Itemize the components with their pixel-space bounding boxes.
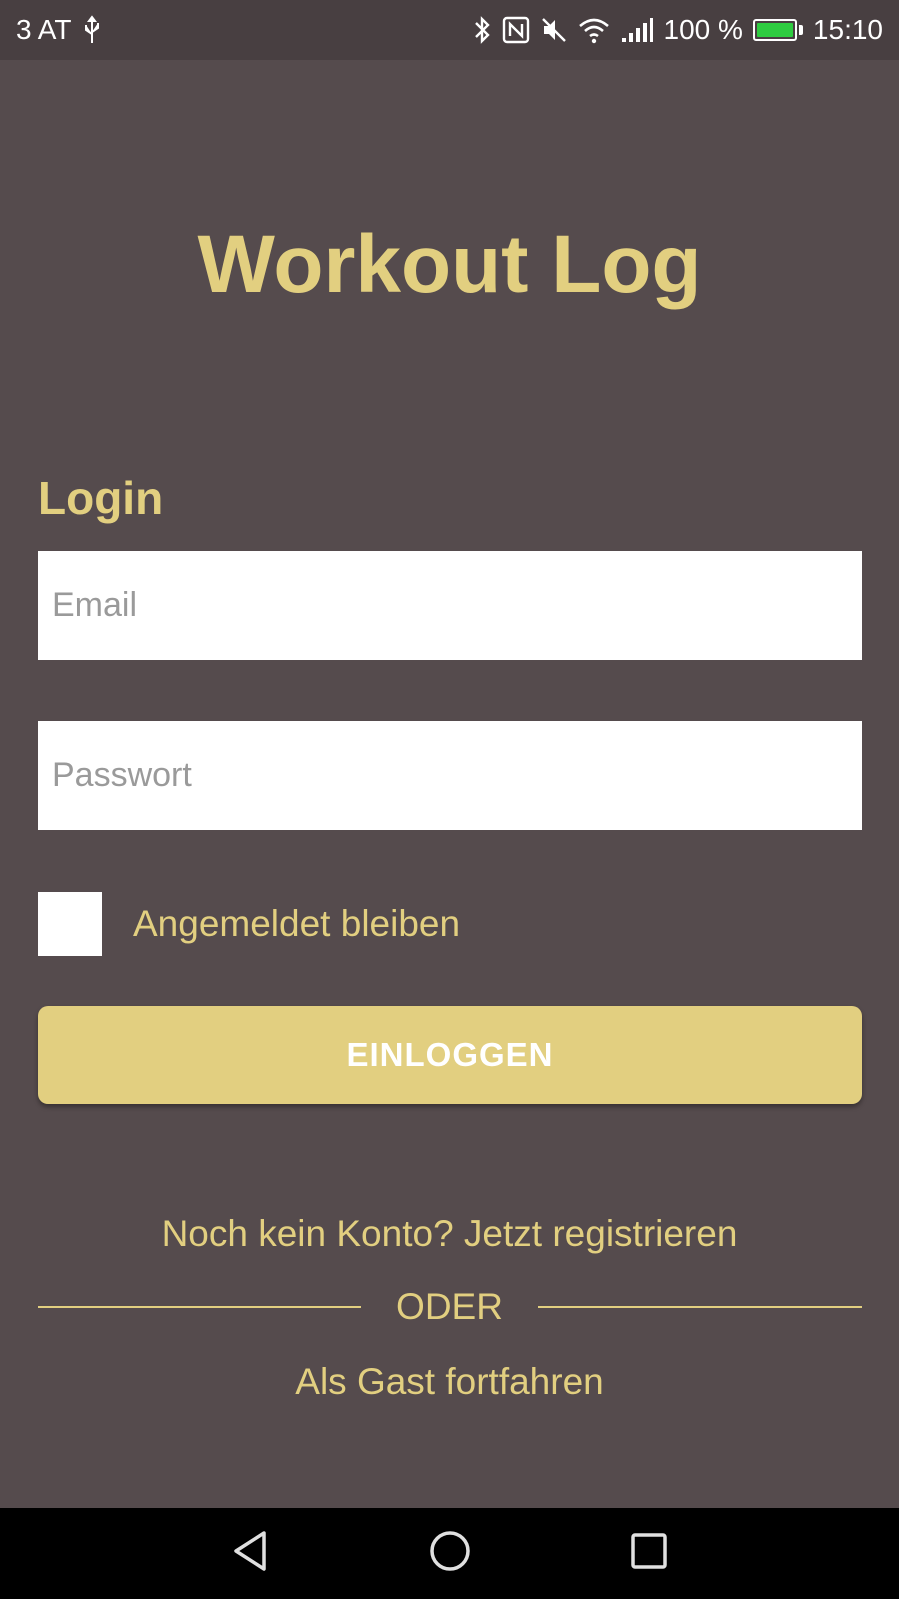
- login-heading: Login: [38, 472, 164, 524]
- login-button[interactable]: EINLOGGEN: [38, 1006, 862, 1104]
- remember-me-label[interactable]: Angemeldet bleiben: [133, 900, 460, 948]
- bluetooth-icon: [472, 14, 492, 46]
- app-title: Workout Log: [197, 219, 702, 310]
- recent-apps-icon: [629, 1531, 669, 1576]
- battery-percent: 100 %: [663, 14, 743, 45]
- home-button[interactable]: [390, 1508, 510, 1599]
- signal-icon: [620, 14, 654, 46]
- nfc-icon: [502, 14, 530, 46]
- status-bar-left: 3 AT: [16, 14, 102, 46]
- email-field[interactable]: [38, 551, 862, 660]
- divider-line-left: [38, 1306, 361, 1308]
- register-link[interactable]: Noch kein Konto? Jetzt registrieren: [0, 1209, 899, 1259]
- status-bar: 3 AT 100 % 15:10: [0, 0, 899, 60]
- divider-text: ODER: [396, 1286, 503, 1327]
- back-button[interactable]: [190, 1508, 310, 1599]
- remember-me-checkbox[interactable]: [38, 892, 102, 956]
- navigation-bar: [0, 1508, 899, 1599]
- battery-charging-icon: [752, 14, 803, 46]
- guest-link[interactable]: Als Gast fortfahren: [0, 1357, 899, 1407]
- wifi-icon: [578, 14, 610, 46]
- clock: 15:10: [812, 14, 883, 45]
- divider-line-right: [538, 1306, 862, 1308]
- back-icon: [230, 1529, 270, 1578]
- carrier-name: 3 AT: [16, 14, 72, 45]
- status-bar-right: 100 % 15:10: [472, 14, 883, 46]
- recent-apps-button[interactable]: [589, 1508, 709, 1599]
- home-icon: [428, 1529, 472, 1578]
- usb-icon: [82, 14, 102, 46]
- mute-icon: [540, 14, 568, 46]
- password-field[interactable]: [38, 721, 862, 830]
